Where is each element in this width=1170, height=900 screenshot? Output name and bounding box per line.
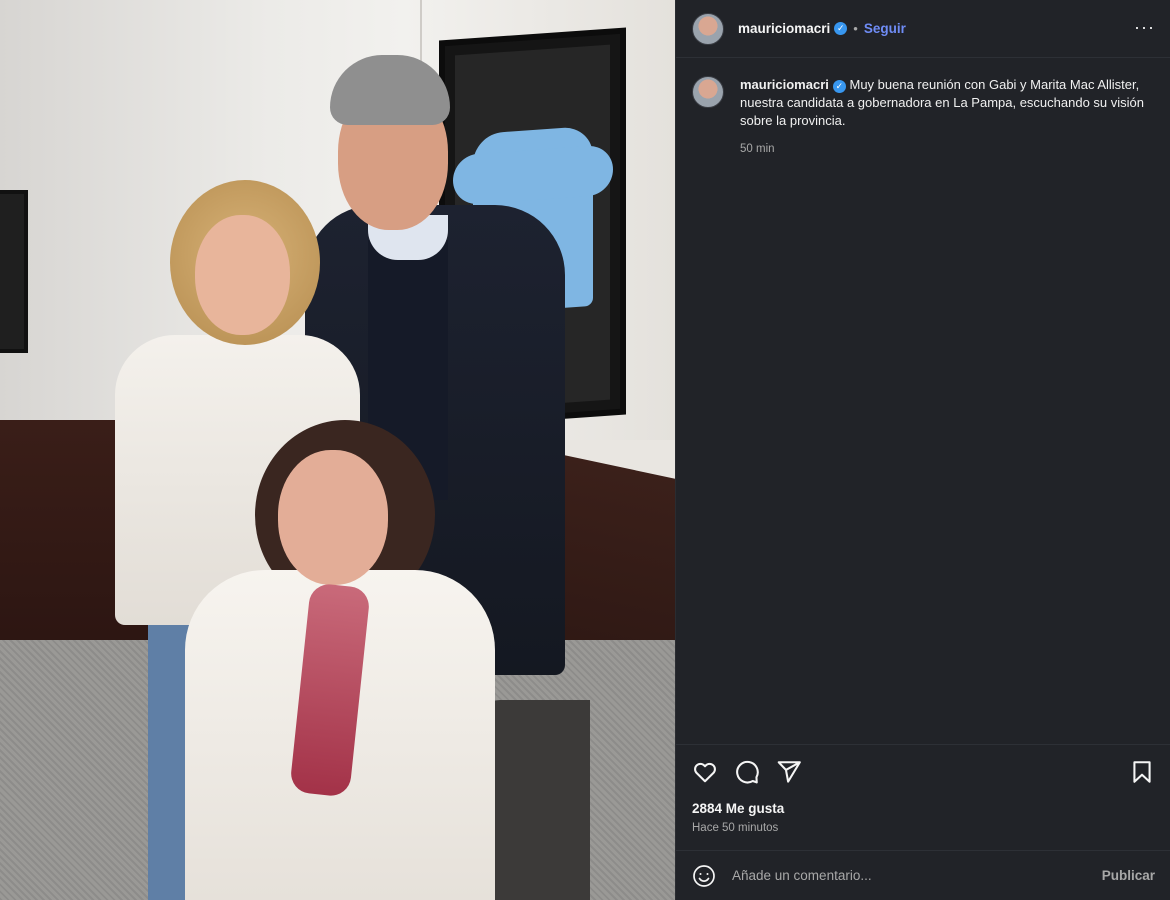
- follow-button[interactable]: Seguir: [864, 21, 906, 36]
- comment-icon[interactable]: [734, 759, 760, 785]
- caption-body: mauriciomacri ✓ Muy buena reunión con Gab…: [740, 76, 1152, 158]
- post-side-panel: mauriciomacri ✓ • Seguir ··· mauriciomac…: [675, 0, 1170, 900]
- verified-badge-icon: ✓: [832, 80, 846, 93]
- post-timestamp: Hace 50 minutos: [692, 822, 779, 834]
- caption-username[interactable]: mauriciomacri: [740, 77, 829, 92]
- post-photo[interactable]: [0, 0, 675, 900]
- verified-badge-icon: ✓: [834, 22, 848, 35]
- photo-left-frame: [0, 190, 28, 353]
- likes-count[interactable]: 2884 Me gusta: [692, 801, 784, 816]
- post-actions: 2884 Me gusta Hace 50 minutos: [676, 744, 1170, 851]
- post-caption: mauriciomacri ✓ Muy buena reunión con Gab…: [692, 76, 1152, 158]
- post-header: mauriciomacri ✓ • Seguir ···: [676, 0, 1170, 58]
- share-icon[interactable]: [776, 759, 802, 785]
- photo-woman-seated-face: [278, 450, 388, 585]
- avatar[interactable]: [692, 12, 724, 45]
- comment-input[interactable]: [730, 867, 1102, 884]
- emoji-icon[interactable]: [692, 864, 716, 888]
- caption-content: mauriciomacri ✓ Muy buena reunión con Gab…: [724, 76, 1152, 158]
- action-icons-row: [692, 759, 802, 785]
- caption-timestamp: 50 min: [740, 143, 775, 155]
- more-options-icon[interactable]: ···: [1134, 17, 1155, 38]
- photo-wheelchair: [480, 700, 590, 900]
- publish-button[interactable]: Publicar: [1102, 868, 1155, 883]
- caption-avatar[interactable]: [692, 76, 724, 108]
- photo-woman-left-face: [195, 215, 290, 335]
- comment-bar: Publicar: [676, 850, 1170, 900]
- header-username[interactable]: mauriciomacri: [738, 21, 830, 36]
- heart-icon[interactable]: [692, 759, 718, 785]
- separator-dot: •: [853, 21, 858, 36]
- bookmark-icon[interactable]: [1129, 759, 1155, 785]
